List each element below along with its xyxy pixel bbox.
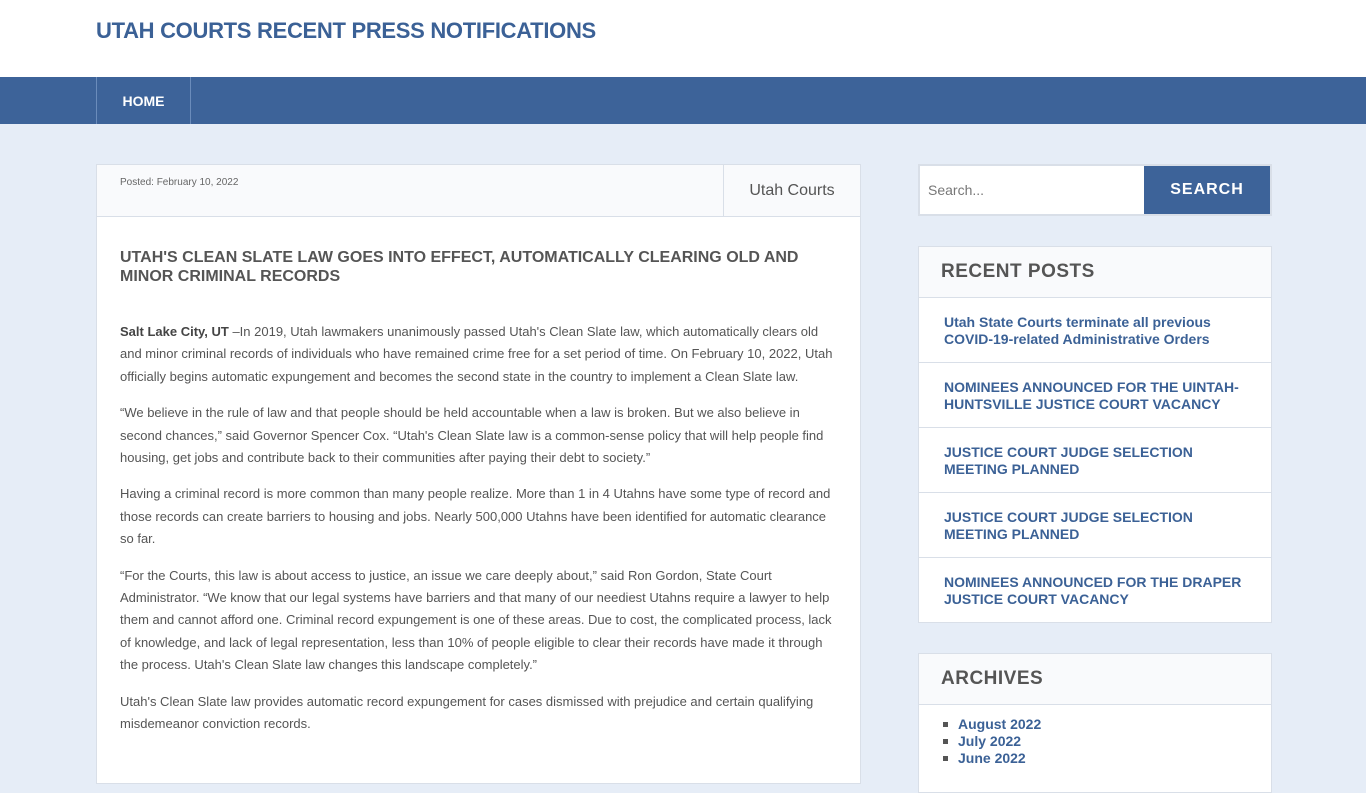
archive-link[interactable]: August 2022 <box>943 716 1271 733</box>
article: Posted: February 10, 2022 Utah Courts Ut… <box>96 164 861 784</box>
article-paragraph: “We believe in the rule of law and that … <box>120 405 824 466</box>
article-paragraph: Having a criminal record is more common … <box>120 486 831 547</box>
search-form: SEARCH <box>918 164 1272 216</box>
recent-post-link[interactable]: Utah State Courts terminate all previous… <box>919 298 1271 363</box>
article-body: Salt Lake City, UT –In 2019, Utah lawmak… <box>120 321 838 750</box>
main-navigation: HOME <box>0 77 1366 124</box>
article-paragraph: Utah's Clean Slate law provides automati… <box>120 693 814 732</box>
bullet-icon <box>943 756 948 761</box>
search-input[interactable] <box>920 166 1144 214</box>
site-title[interactable]: UTAH COURTS RECENT PRESS NOTIFICATIONS <box>96 18 596 44</box>
bullet-icon <box>943 722 948 727</box>
article-paragraph: Salt Lake City, UT –In 2019, Utah lawmak… <box>120 321 838 388</box>
article-title: Utah's Clean Slate Law Goes Into Effect,… <box>120 249 799 285</box>
posted-date: Posted: February 10, 2022 <box>120 177 239 188</box>
recent-posts-widget: RECENT POSTS Utah State Courts terminate… <box>918 246 1272 623</box>
archive-label[interactable]: June 2022 <box>958 750 1026 767</box>
recent-post-link[interactable]: JUSTICE COURT JUDGE SELECTION MEETING PL… <box>919 428 1271 493</box>
archive-label[interactable]: July 2022 <box>958 733 1021 750</box>
archive-link[interactable]: July 2022 <box>943 733 1271 750</box>
recent-post-link[interactable]: NOMINEES ANNOUNCED FOR THE UINTAH-HUNTSV… <box>919 363 1271 428</box>
recent-posts-title: RECENT POSTS <box>919 247 1271 298</box>
archive-label[interactable]: August 2022 <box>958 716 1041 733</box>
archives-widget: ARCHIVES August 2022 July 2022 June 2022 <box>918 653 1272 793</box>
archive-link[interactable]: June 2022 <box>943 750 1271 767</box>
search-button[interactable]: SEARCH <box>1144 166 1270 214</box>
bullet-icon <box>943 739 948 744</box>
site-header: UTAH COURTS RECENT PRESS NOTIFICATIONS <box>0 0 1366 77</box>
archive-list: August 2022 July 2022 June 2022 <box>919 705 1271 767</box>
article-meta: Posted: February 10, 2022 Utah Courts <box>97 165 860 217</box>
archives-title: ARCHIVES <box>919 654 1271 705</box>
article-paragraph: “For the Courts, this law is about acces… <box>120 567 832 673</box>
nav-home-link[interactable]: HOME <box>96 77 191 124</box>
recent-post-link[interactable]: NOMINEES ANNOUNCED FOR THE DRAPER JUSTIC… <box>919 558 1271 623</box>
recent-post-link[interactable]: JUSTICE COURT JUDGE SELECTION MEETING PL… <box>919 493 1271 558</box>
dateline: Salt Lake City, UT <box>120 324 229 339</box>
author-name[interactable]: Utah Courts <box>723 165 860 216</box>
